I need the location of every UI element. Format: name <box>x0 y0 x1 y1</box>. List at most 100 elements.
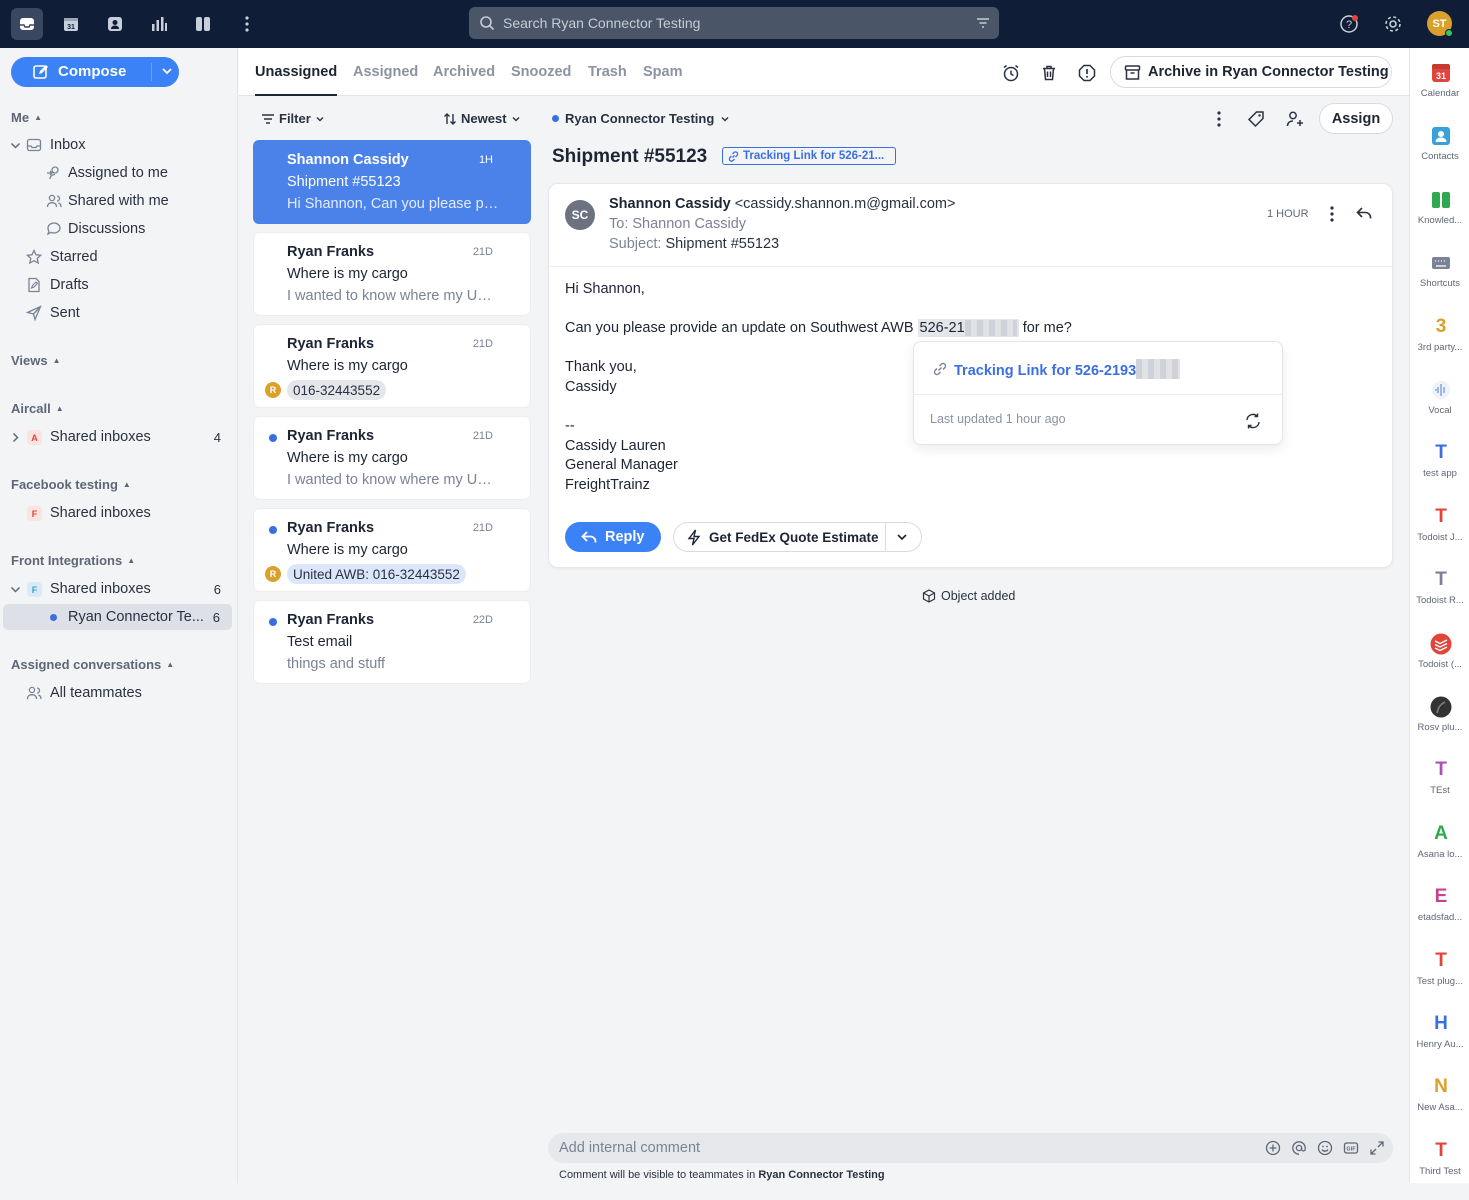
chevron-right-icon[interactable] <box>10 432 21 443</box>
app-rosv-plu[interactable]: Rosv plu... <box>1410 696 1469 756</box>
svg-text:31: 31 <box>1436 71 1446 81</box>
sort-dropdown[interactable]: Newest <box>443 111 521 126</box>
conversation-card[interactable]: Shannon Cassidy 1H Shipment #55123 Hi Sh… <box>253 140 531 224</box>
section-facebook-testing[interactable]: Facebook testing ▲ <box>11 477 131 492</box>
analytics-icon[interactable] <box>143 8 175 40</box>
fedex-quote-button[interactable]: Get FedEx Quote Estimate <box>673 522 922 552</box>
section-assigned-conversations[interactable]: Assigned conversations ▲ <box>11 657 174 672</box>
tag-icon[interactable] <box>1245 108 1267 130</box>
app-vocal[interactable]: Vocal <box>1410 379 1469 439</box>
compose-button[interactable]: Compose <box>11 57 179 87</box>
sidebar-item-ryan-connector-testing[interactable]: Ryan Connector Te... 6 <box>3 604 232 630</box>
sidebar-item-drafts[interactable]: Drafts <box>0 272 238 298</box>
chevron-down-icon[interactable] <box>896 531 908 543</box>
refresh-icon[interactable] <box>1244 412 1262 430</box>
section-front-integrations[interactable]: Front Integrations ▲ <box>11 553 135 568</box>
reply-arrow-icon[interactable] <box>1355 204 1375 224</box>
tracking-link-chip[interactable]: Tracking Link for 526-21... <box>722 147 896 165</box>
card-tag[interactable]: 016-32443552 <box>287 380 387 400</box>
tab-assigned[interactable]: Assigned <box>353 64 418 80</box>
split-view-icon[interactable] <box>187 8 219 40</box>
sidebar-item-aircall-shared-inboxes[interactable]: A Shared inboxes 4 <box>0 424 238 450</box>
filter-icon[interactable] <box>975 15 991 31</box>
sidebar-item-front-shared-inboxes[interactable]: F Shared inboxes 6 <box>0 576 238 602</box>
tab-trash[interactable]: Trash <box>588 64 627 80</box>
archive-button[interactable]: Archive in Ryan Connector Testing <box>1110 56 1392 88</box>
more-icon[interactable] <box>231 8 263 40</box>
sidebar-item-inbox[interactable]: Inbox <box>0 132 238 158</box>
last-updated-text: Last updated 1 hour ago <box>930 412 1066 426</box>
spam-alert-icon[interactable] <box>1076 62 1098 84</box>
recipient-line: To: Shannon Cassidy <box>609 216 747 232</box>
app-third-test[interactable]: T Third Test <box>1410 1140 1469 1200</box>
chevron-down-icon[interactable] <box>10 584 21 595</box>
app-etadsfad[interactable]: Eetadsfad... <box>1410 886 1469 946</box>
tab-unassigned[interactable]: Unassigned <box>255 64 338 96</box>
sidebar-item-all-teammates[interactable]: All teammates <box>0 680 238 706</box>
app-asana-lo[interactable]: A Asana lo... <box>1410 823 1469 883</box>
inbox-selector[interactable]: Ryan Connector Testing <box>552 111 730 126</box>
user-avatar[interactable]: ST <box>1427 11 1453 37</box>
awb-number-highlight[interactable]: 526-21 <box>917 319 1019 337</box>
filter-dropdown[interactable]: Filter <box>261 111 325 126</box>
snooze-alarm-icon[interactable] <box>1000 62 1022 84</box>
mention-at-icon[interactable] <box>1291 1140 1307 1156</box>
tab-spam[interactable]: Spam <box>643 64 683 80</box>
section-me[interactable]: Me ▲ <box>11 110 42 125</box>
conversation-card[interactable]: Ryan Franks 21D Where is my cargo I want… <box>253 232 531 316</box>
more-options-icon[interactable] <box>1208 108 1230 130</box>
signature-name: Cassidy Lauren <box>565 438 666 454</box>
facebook-badge-icon: F <box>27 506 42 521</box>
assign-button[interactable]: Assign <box>1319 103 1393 134</box>
tracking-link[interactable]: Tracking Link for 526-2193 <box>954 359 1181 379</box>
tab-archived[interactable]: Archived <box>433 64 495 80</box>
sidebar-item-discussions[interactable]: Discussions <box>0 216 238 242</box>
app-new-asa[interactable]: N New Asa... <box>1410 1076 1469 1136</box>
contacts-icon[interactable] <box>99 8 131 40</box>
card-tag[interactable]: United AWB: 016-32443552 <box>287 564 466 584</box>
sidebar-item-sent[interactable]: Sent <box>0 300 238 326</box>
help-icon[interactable]: ? <box>1333 8 1365 40</box>
chevron-down-icon[interactable] <box>161 65 173 77</box>
internal-comment-input[interactable]: Add internal comment GIF <box>548 1133 1393 1163</box>
app-calendar[interactable]: 31 Calendar <box>1410 62 1469 122</box>
conversation-card[interactable]: Ryan Franks 21D Where is my cargo R 016-… <box>253 324 531 408</box>
message-more-icon[interactable] <box>1325 204 1339 224</box>
app-todoist-r[interactable]: T Todoist R... <box>1410 569 1469 629</box>
expand-icon[interactable] <box>1369 1140 1385 1156</box>
sidebar-item-shared-with-me[interactable]: Shared with me <box>0 188 238 214</box>
letter-31-icon: 31 <box>1430 62 1452 84</box>
app-test-app[interactable]: Ttest app <box>1410 442 1469 502</box>
conversation-card[interactable]: Ryan Franks 21D Where is my cargo I want… <box>253 416 531 500</box>
section-aircall[interactable]: Aircall ▲ <box>11 401 64 416</box>
inbox-icon[interactable] <box>11 8 43 40</box>
sidebar-item-starred[interactable]: Starred <box>0 244 238 270</box>
app-todoist[interactable]: Todoist (... <box>1410 633 1469 693</box>
app-test[interactable]: T TEst <box>1410 759 1469 819</box>
app-knowled[interactable]: Knowled... <box>1410 189 1469 249</box>
app-3rd-party[interactable]: 3 3rd party... <box>1410 316 1469 376</box>
section-views[interactable]: Views ▲ <box>11 353 61 368</box>
app-shortcuts[interactable]: Shortcuts <box>1410 252 1469 312</box>
sidebar-item-facebook-shared-inboxes[interactable]: F Shared inboxes <box>0 500 238 526</box>
calendar-icon[interactable]: 31 <box>55 8 87 40</box>
app-todoist-j[interactable]: T Todoist J... <box>1410 506 1469 566</box>
add-teammate-icon[interactable] <box>1284 108 1306 130</box>
sidebar-item-label: Discussions <box>68 221 146 237</box>
trash-icon[interactable] <box>1038 62 1060 84</box>
app-test-plug[interactable]: T Test plug... <box>1410 950 1469 1010</box>
emoji-icon[interactable] <box>1317 1140 1333 1156</box>
settings-gear-icon[interactable] <box>1377 8 1409 40</box>
reply-button[interactable]: Reply <box>565 522 661 552</box>
conversation-card[interactable]: Ryan Franks 21D Where is my cargo R Unit… <box>253 508 531 592</box>
app-henry-au[interactable]: H Henry Au... <box>1410 1013 1469 1073</box>
app-contacts[interactable]: Contacts <box>1410 125 1469 185</box>
sidebar-item-assigned-to-me[interactable]: Assigned to me <box>0 160 238 186</box>
gif-icon[interactable]: GIF <box>1343 1140 1359 1156</box>
add-circle-icon[interactable] <box>1265 1140 1281 1156</box>
conversation-card[interactable]: Ryan Franks 22D Test email things and st… <box>253 600 531 684</box>
chevron-down-icon[interactable] <box>10 140 21 151</box>
subject-line: Subject: Shipment #55123 <box>609 236 779 252</box>
search-input[interactable]: Search Ryan Connector Testing <box>469 7 999 39</box>
tab-snoozed[interactable]: Snoozed <box>511 64 571 80</box>
